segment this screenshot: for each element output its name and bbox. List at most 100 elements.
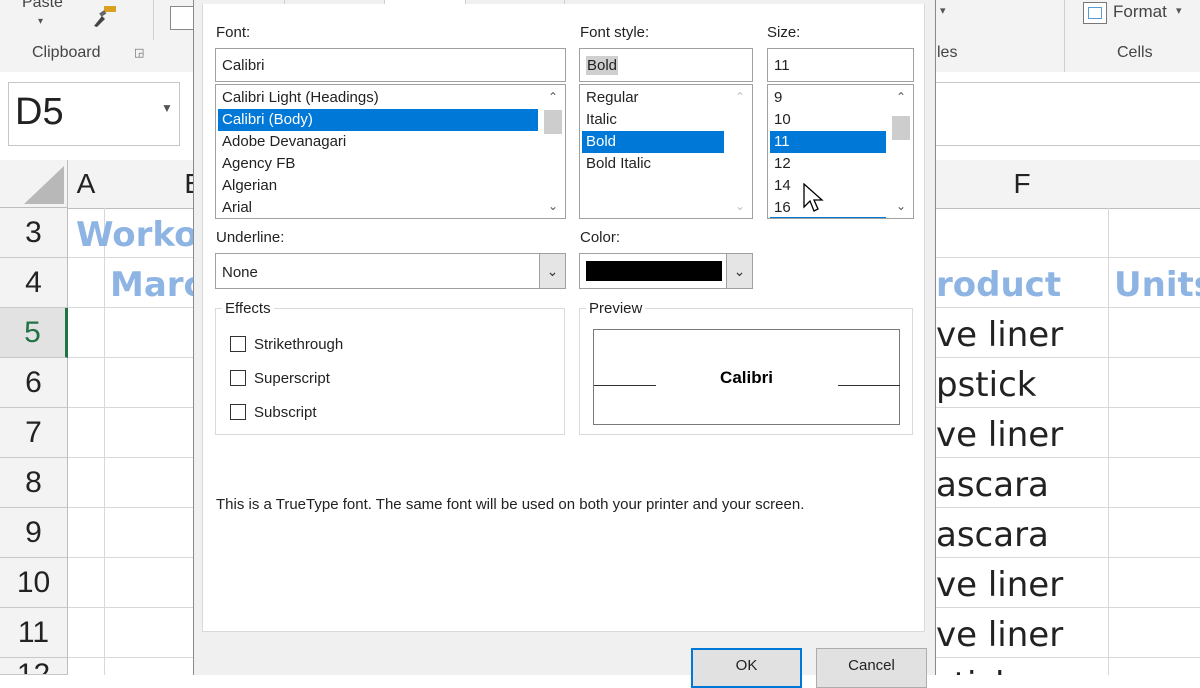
paste-label[interactable]: Paste (22, 0, 63, 12)
font-style-scrollbar[interactable]: ⌃ ⌄ (729, 86, 751, 217)
color-swatch (586, 261, 722, 281)
size-item[interactable]: 12 (770, 153, 886, 175)
cell-f12-text: stick (936, 665, 1015, 675)
font-style-list[interactable]: Regular Italic Bold Bold Italic ⌃ ⌄ (579, 84, 753, 219)
cell-f12[interactable]: stick (936, 660, 1108, 675)
scroll-up-icon: ⌃ (734, 90, 746, 104)
name-box[interactable]: D5 ▼ (8, 82, 180, 146)
superscript-label[interactable]: Superscript (254, 370, 330, 387)
preview-box: Calibri (593, 329, 900, 425)
size-item[interactable]: 9 (770, 87, 886, 109)
chevron-down-icon[interactable]: ⌄ (726, 254, 752, 288)
scroll-thumb[interactable] (892, 116, 910, 140)
mouse-cursor-icon (803, 182, 825, 220)
column-header-g[interactable] (1108, 160, 1200, 209)
chevron-down-icon[interactable]: ▼ (161, 101, 173, 115)
column-header-f[interactable]: F (936, 160, 1109, 209)
font-list[interactable]: Calibri Light (Headings) Calibri (Body) … (215, 84, 566, 219)
clipboard-launcher-icon[interactable]: ◲ (134, 46, 144, 59)
font-input[interactable]: Calibri (215, 48, 566, 82)
cell-b4[interactable]: Marc (110, 265, 204, 305)
ribbon-divider (153, 0, 154, 40)
size-input[interactable]: 11 (767, 48, 914, 82)
cell-f4[interactable]: roduct (936, 265, 1061, 305)
scroll-down-icon: ⌄ (734, 199, 746, 213)
row-header-4[interactable]: 4 (0, 258, 68, 308)
row-header-12[interactable]: 12 (0, 658, 68, 675)
row-header-8[interactable]: 8 (0, 458, 68, 508)
scroll-down-icon[interactable]: ⌄ (542, 197, 564, 215)
column-header-e[interactable]: E (104, 160, 203, 209)
cell-f7[interactable]: ve liner (936, 415, 1063, 455)
styles-group-label: les (937, 44, 958, 61)
font-list-scrollbar[interactable]: ⌃ ⌄ (542, 86, 564, 217)
formula-input[interactable] (936, 82, 1200, 146)
cell-f11[interactable]: ve liner (936, 615, 1063, 655)
select-all-corner[interactable] (0, 160, 68, 208)
column-header-a[interactable]: A (68, 160, 105, 209)
subscript-checkbox[interactable] (230, 404, 246, 420)
size-list[interactable]: 9 10 11 12 14 16 ⌃ ⌄ (767, 84, 914, 219)
cell-f9[interactable]: ascara (936, 515, 1049, 555)
color-label: Color: (580, 229, 621, 246)
font-style-item-selected[interactable]: Bold (582, 131, 724, 153)
size-label: Size: (767, 24, 801, 41)
format-dropdown-icon[interactable]: ▾ (1176, 4, 1182, 17)
row-header-10[interactable]: 10 (0, 558, 68, 608)
size-item[interactable]: 10 (770, 109, 886, 131)
cell-f8[interactable]: ascara (936, 465, 1049, 505)
paste-dropdown-icon[interactable]: ▾ (38, 16, 43, 27)
size-item[interactable]: 16 (770, 197, 886, 218)
row-header-label: 12 (16, 658, 51, 675)
row-header-6[interactable]: 6 (0, 358, 68, 408)
size-item[interactable]: 14 (770, 175, 886, 197)
strikethrough-checkbox[interactable] (230, 336, 246, 352)
size-item-selected[interactable]: 11 (770, 131, 886, 153)
cell-g4[interactable]: Units (1114, 265, 1200, 305)
format-painter-icon[interactable] (92, 4, 120, 33)
cell-f6[interactable]: pstick (936, 365, 1036, 405)
scroll-thumb[interactable] (544, 110, 562, 134)
cancel-button[interactable]: Cancel (816, 648, 927, 688)
font-list-item[interactable]: Calibri Light (Headings) (218, 87, 543, 109)
font-list-item-selected[interactable]: Calibri (Body) (218, 109, 538, 131)
font-list-item[interactable]: Agency FB (218, 153, 543, 175)
row-header-9[interactable]: 9 (0, 508, 68, 558)
font-style-value: Bold (586, 56, 619, 75)
gridline (104, 208, 105, 675)
font-list-item[interactable]: Arial (218, 197, 543, 218)
name-box-value: D5 (15, 91, 64, 133)
scroll-up-icon[interactable]: ⌃ (542, 88, 564, 106)
font-style-item[interactable]: Regular (582, 87, 726, 109)
underline-select[interactable]: None ⌄ (215, 253, 566, 289)
superscript-checkbox[interactable] (230, 370, 246, 386)
row-header-11[interactable]: 11 (0, 608, 68, 658)
underline-value: None (222, 264, 258, 281)
strikethrough-label[interactable]: Strikethrough (254, 336, 343, 353)
scroll-down-icon[interactable]: ⌄ (890, 197, 912, 215)
gridline (1108, 208, 1109, 675)
row-header-7[interactable]: 7 (0, 408, 68, 458)
chevron-down-icon[interactable]: ⌄ (539, 254, 565, 288)
font-list-item[interactable]: Algerian (218, 175, 543, 197)
format-cells-icon[interactable] (1083, 2, 1107, 24)
scroll-up-icon[interactable]: ⌃ (890, 88, 912, 106)
color-picker[interactable]: ⌄ (579, 253, 753, 289)
font-style-item[interactable]: Italic (582, 109, 726, 131)
border-icon[interactable] (170, 6, 194, 30)
row-header-3[interactable]: 3 (0, 208, 68, 258)
row-header-5[interactable]: 5 (0, 308, 68, 358)
preview-label: Preview (586, 300, 646, 317)
font-list-item[interactable]: Adobe Devanagari (218, 131, 543, 153)
cell-f10[interactable]: ve liner (936, 565, 1063, 605)
subscript-label[interactable]: Subscript (254, 404, 317, 421)
format-button-label[interactable]: Format (1113, 2, 1167, 22)
styles-dropdown-icon[interactable]: ▾ (940, 4, 946, 17)
effects-label: Effects (222, 300, 274, 317)
ok-button[interactable]: OK (691, 648, 802, 688)
font-style-item[interactable]: Bold Italic (582, 153, 726, 175)
font-style-input[interactable]: Bold (579, 48, 753, 82)
ribbon-divider (1064, 0, 1065, 72)
size-list-scrollbar[interactable]: ⌃ ⌄ (890, 86, 912, 217)
cell-f5[interactable]: ve liner (936, 315, 1063, 355)
